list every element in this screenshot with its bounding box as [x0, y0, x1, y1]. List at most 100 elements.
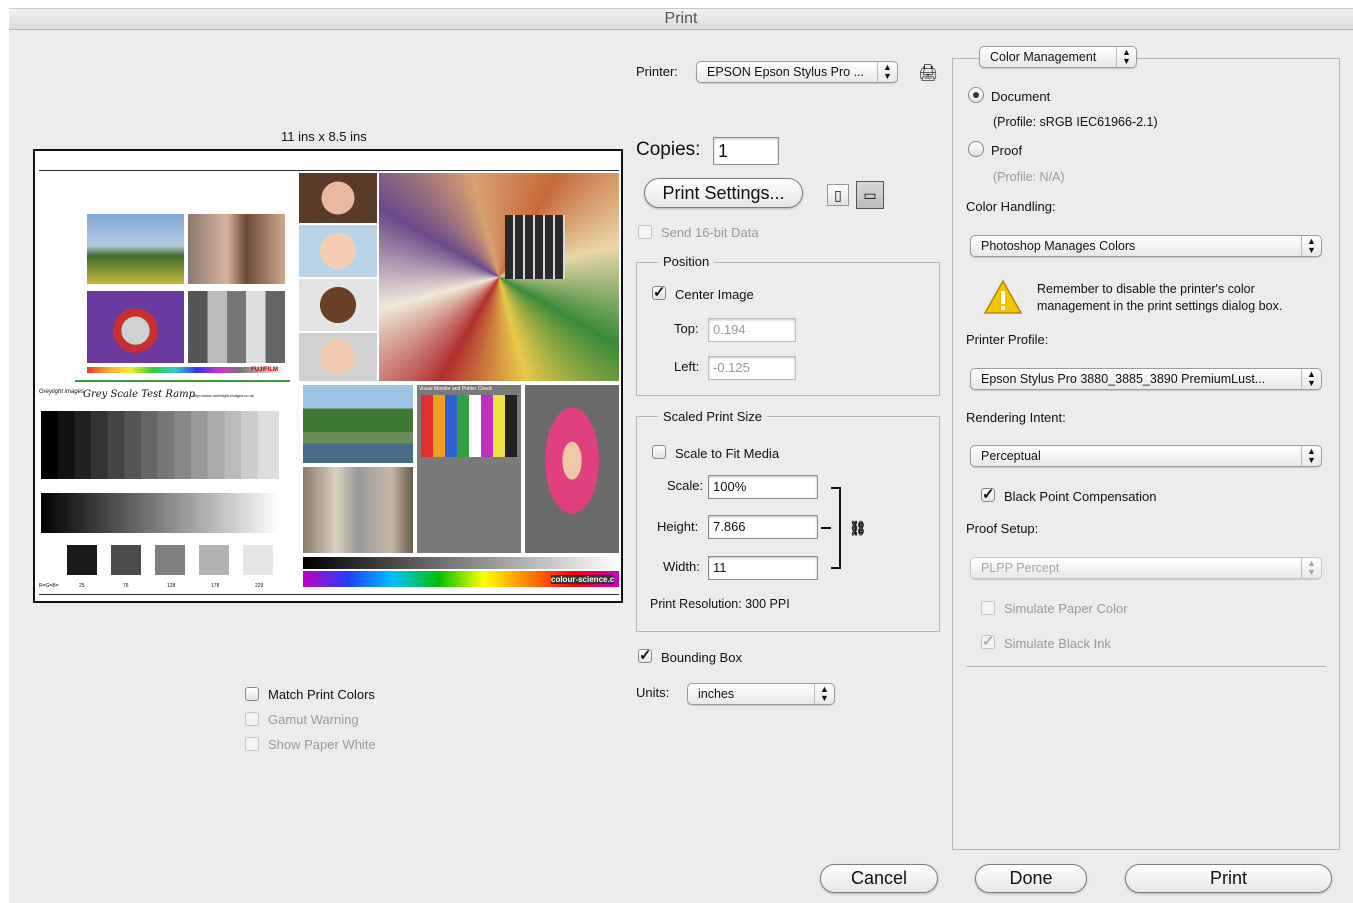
printer-value: EPSON Epson Stylus Pro ... — [707, 65, 865, 79]
face-photo — [299, 173, 377, 223]
scaled-print-size-title: Scaled Print Size — [658, 409, 767, 424]
rendering-intent-label: Rendering Intent: — [966, 410, 1066, 425]
print-preview[interactable]: FUJIFILM Greylight images Grey Scale Tes… — [33, 149, 623, 603]
tone-strip — [303, 557, 619, 569]
portrait-photo — [188, 214, 285, 284]
patch-value: 178 — [211, 583, 220, 589]
patch-value: 128 — [167, 583, 176, 589]
preview-size-label: 11 ins x 8.5 ins — [281, 129, 367, 144]
chain-link-icon[interactable]: ⛓ — [849, 519, 867, 537]
printer-label: Printer: — [636, 64, 678, 79]
landscape-orientation-icon[interactable]: ▭ — [856, 181, 884, 209]
section-value: Color Management — [990, 50, 1097, 64]
grey-patch — [199, 545, 229, 575]
cancel-button[interactable]: Cancel — [820, 864, 938, 893]
link-bracket — [831, 487, 841, 569]
grey-patch — [155, 545, 185, 575]
copies-input[interactable]: 1 — [713, 137, 779, 165]
proof-setup-value: PLPP Percept — [981, 561, 1060, 575]
bounding-box-label: Bounding Box — [661, 650, 742, 665]
show-paper-white-label: Show Paper White — [268, 737, 376, 752]
center-image-checkbox[interactable]: ✓ — [652, 285, 666, 300]
preview-margin-line — [39, 170, 619, 171]
green-rule — [75, 380, 290, 382]
simulate-paper-color-checkbox[interactable] — [981, 601, 995, 615]
color-handling-value: Photoshop Manages Colors — [981, 239, 1136, 253]
units-popup[interactable]: inches ▲ ▼ — [687, 683, 835, 705]
printer-add-icon[interactable]: 🖨 — [918, 63, 938, 83]
print-dialog: Print 11 ins x 8.5 ins FUJIFILM Greyligh… — [9, 8, 1353, 903]
units-value: inches — [698, 687, 735, 701]
warning-triangle-icon — [983, 279, 1023, 314]
landscape-photo — [87, 214, 184, 284]
village-photo — [303, 385, 413, 463]
printer-popup[interactable]: EPSON Epson Stylus Pro ... ▲ ▼ — [696, 61, 898, 83]
position-title: Position — [658, 254, 715, 269]
print-resolution: Print Resolution: 300 PPI — [650, 597, 790, 611]
model-photo — [525, 385, 619, 553]
popup-arrows-icon: ▲ ▼ — [1116, 47, 1136, 67]
print-settings-button[interactable]: Print Settings... — [644, 178, 803, 208]
gamut-warning-label: Gamut Warning — [268, 712, 359, 727]
units-label: Units: — [636, 685, 670, 700]
done-button[interactable]: Done — [975, 864, 1087, 893]
rendering-intent-popup[interactable]: Perceptual ▲ ▼ — [970, 445, 1322, 467]
show-paper-white-checkbox[interactable] — [245, 737, 259, 751]
street-photo — [303, 467, 413, 553]
food-photo — [87, 291, 184, 363]
grey-patch — [243, 545, 273, 575]
width-label: Width: — [663, 559, 700, 574]
printer-profile-value: Epson Stylus Pro 3880_3885_3890 PremiumL… — [981, 372, 1266, 386]
color-patch-grid — [421, 395, 517, 457]
color-handling-popup[interactable]: Photoshop Manages Colors ▲ ▼ — [970, 235, 1322, 257]
proof-radio[interactable] — [968, 141, 984, 157]
gamut-warning-checkbox[interactable] — [245, 712, 259, 726]
url-text: http://www.northlight-images.co.uk — [193, 393, 254, 398]
simulate-black-ink-checkbox[interactable]: ✓ — [981, 634, 995, 649]
rendering-intent-value: Perceptual — [981, 449, 1041, 463]
document-label: Document — [991, 89, 1051, 104]
left-input[interactable]: -0.125 — [708, 356, 796, 380]
height-input[interactable]: 7.866 — [708, 515, 818, 539]
fuji-logo: FUJIFILM — [251, 367, 278, 373]
width-input[interactable]: 11 — [708, 556, 818, 580]
patch-value: 25 — [79, 583, 85, 589]
printer-profile-popup[interactable]: Epson Stylus Pro 3880_3885_3890 PremiumL… — [970, 368, 1322, 390]
send-16bit-checkbox[interactable] — [638, 225, 652, 239]
radio-dot — [973, 92, 979, 98]
popup-arrows-icon: ▲ ▼ — [1301, 369, 1321, 389]
top-label: Top: — [674, 321, 699, 336]
colorchecker-chart — [505, 215, 565, 279]
top-input[interactable]: 0.194 — [708, 318, 796, 342]
section-popup[interactable]: Color Management ▲ ▼ — [979, 46, 1137, 68]
left-label: Left: — [674, 359, 700, 374]
popup-arrows-icon: ▲ ▼ — [877, 62, 897, 82]
popup-arrows-icon: ▲ ▼ — [1301, 446, 1321, 466]
print-button[interactable]: Print — [1125, 864, 1332, 893]
grey-step-ramp — [41, 411, 279, 479]
match-print-colors-checkbox[interactable] — [245, 687, 259, 701]
window-title: Print — [9, 9, 1353, 30]
colour-science-label: colour-science.c — [551, 575, 615, 584]
proof-label: Proof — [991, 143, 1023, 158]
logo-text: Greylight images — [39, 389, 85, 395]
link-bracket-tick — [821, 527, 831, 529]
patch-value: 76 — [123, 583, 129, 589]
document-radio[interactable] — [968, 87, 984, 103]
proof-setup-popup[interactable]: PLPP Percept ▲ ▼ — [970, 557, 1322, 579]
ramp-title: Grey Scale Test Ramp — [83, 389, 195, 400]
visual-check-title: Visual Monitor and Printer Check — [419, 386, 492, 392]
popup-arrows-icon: ▲ ▼ — [814, 684, 834, 704]
scale-input[interactable]: 100% — [708, 475, 818, 499]
scale-to-fit-checkbox[interactable] — [652, 445, 666, 459]
bounding-box-checkbox[interactable]: ✓ — [638, 648, 652, 663]
black-point-compensation-checkbox[interactable]: ✓ — [981, 487, 995, 502]
grey-patch — [111, 545, 141, 575]
printer-profile-label: Printer Profile: — [966, 332, 1049, 347]
patch-value: 229 — [255, 583, 264, 589]
portrait-orientation-icon[interactable]: ▯ — [827, 184, 849, 206]
popup-arrows-icon: ▲ ▼ — [1301, 236, 1321, 256]
black-point-compensation-label: Black Point Compensation — [1004, 489, 1157, 504]
proof-setup-label: Proof Setup: — [966, 521, 1039, 536]
preview-margin-line — [39, 594, 619, 595]
